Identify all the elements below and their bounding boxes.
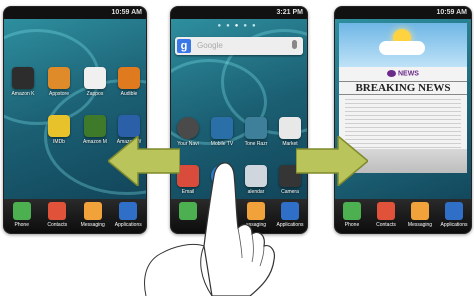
dock-label: Messaging: [80, 222, 105, 228]
dock: Phone Contacts Messaging Applications: [4, 199, 146, 233]
app-shortcut[interactable]: Amazon K: [8, 67, 38, 97]
dock-label: Phone: [14, 222, 29, 228]
dock-applications[interactable]: Applications: [437, 202, 471, 228]
zappos-icon: [84, 67, 106, 89]
dock-label: Applications: [440, 222, 468, 228]
app-shortcut[interactable]: Amazon M: [80, 115, 110, 145]
dock-phone[interactable]: Phone: [4, 202, 40, 228]
app-shortcut[interactable]: Audible: [114, 67, 144, 97]
mobile-tv-icon: [211, 117, 233, 139]
messaging-icon: [83, 202, 102, 220]
search-input[interactable]: Google: [197, 40, 277, 52]
applications-icon: [445, 202, 463, 220]
phone-icon: [12, 202, 31, 220]
swipe-right-arrow: [296, 136, 368, 186]
google-search-bar[interactable]: g Google: [175, 37, 303, 55]
news-brand: NEWS: [339, 70, 467, 77]
page-dot: ●: [251, 23, 261, 29]
dock-messaging[interactable]: Messaging: [75, 202, 111, 228]
cloud-icon: [379, 41, 425, 55]
app-label: IMDb: [53, 139, 65, 145]
app-label: Mobile TV: [210, 141, 234, 147]
app-shortcut[interactable]: Mobile TV: [207, 117, 237, 147]
appstore-icon: [48, 67, 70, 89]
status-time: 10:59 AM: [436, 9, 467, 16]
dock-label: Messaging: [407, 222, 433, 228]
status-time: 3:21 PM: [276, 9, 303, 16]
app-shortcut[interactable]: Appstore: [44, 67, 74, 97]
dock-contacts[interactable]: Contacts: [40, 202, 76, 228]
news-brand-label: NEWS: [397, 70, 419, 78]
app-shortcut[interactable]: Tone Razr: [241, 117, 271, 147]
imdb-icon: [48, 115, 70, 137]
google-g-icon: g: [177, 39, 191, 53]
app-shortcut[interactable]: Zappos: [80, 67, 110, 97]
dock-phone[interactable]: Phone: [335, 202, 369, 228]
dock-label: Contacts: [47, 222, 68, 228]
app-label: Zappos: [86, 91, 104, 97]
navigation-icon: [177, 117, 199, 139]
phone-icon: [343, 202, 361, 220]
app-label: Appstore: [48, 91, 69, 97]
status-bar: 10:59 AM: [335, 7, 471, 19]
app-label: Amazon M: [83, 139, 107, 145]
status-time: 10:59 AM: [111, 9, 142, 16]
applications-icon: [119, 202, 138, 220]
yahoo-logo: [387, 70, 397, 77]
page-dot: ●: [226, 23, 235, 29]
hand-swipe-gesture-icon: [144, 162, 275, 296]
microphone-icon[interactable]: [292, 40, 297, 49]
amazon-icon: [118, 115, 140, 137]
app-label: Tone Razr: [244, 141, 268, 147]
kindle-icon: [12, 67, 34, 89]
music-note-icon: [245, 117, 267, 139]
app-label: Amazon K: [11, 91, 35, 97]
right-home-screen: 10:59 AM NEWS BREAKING NEWS Phone Contac…: [334, 6, 472, 234]
audible-icon: [118, 67, 140, 89]
page-dot: ●: [217, 23, 227, 29]
dock: Phone Contacts Messaging Applications: [335, 199, 471, 233]
dock-label: Applications: [114, 222, 142, 228]
amazon-mp3-icon: [84, 115, 106, 137]
news-headline: BREAKING NEWS: [339, 81, 467, 95]
left-home-screen: 10:59 AM Amazon K Appstore Zappos Audibl…: [3, 6, 147, 234]
app-label: Audible: [120, 91, 138, 97]
contacts-icon: [48, 202, 67, 220]
messaging-icon: [411, 202, 429, 220]
page-indicator: ●●●●●: [171, 23, 307, 29]
status-bar: 10:59 AM: [4, 7, 146, 19]
status-bar: 3:21 PM: [171, 7, 307, 19]
app-shortcut[interactable]: IMDb: [44, 115, 74, 145]
page-dot: ●: [243, 23, 252, 29]
app-label: Your Navi: [177, 141, 199, 147]
dock-messaging[interactable]: Messaging: [403, 202, 437, 228]
contacts-icon: [377, 202, 395, 220]
dock-label: Phone: [344, 222, 360, 228]
sky-banner: [339, 23, 467, 67]
dock-contacts[interactable]: Contacts: [369, 202, 403, 228]
dock-label: Contacts: [376, 222, 396, 228]
